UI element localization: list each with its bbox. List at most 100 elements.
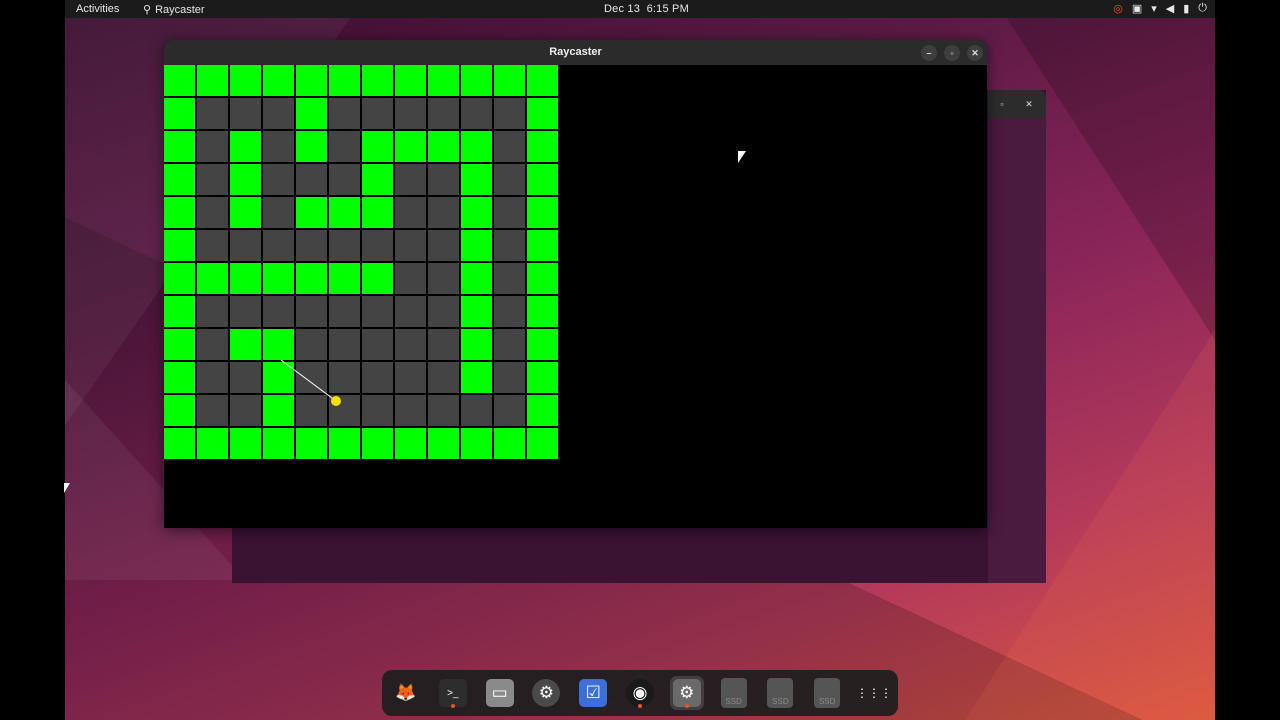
settings-app-icon: ⚙ <box>672 679 701 707</box>
app-menu[interactable]: ⚲ Raycaster <box>143 3 205 17</box>
system-tray[interactable]: ◎ ▣ ▾ ◀ ▮ ⏻ <box>1113 2 1207 15</box>
firefox-dock-item[interactable]: 🦊 <box>389 676 423 710</box>
terminal-dock-item[interactable]: >_ <box>436 676 470 710</box>
map-wall-cell <box>461 230 492 261</box>
map-wall-cell <box>263 395 294 426</box>
map-grid <box>164 65 559 460</box>
ssd-drive-icon: SSD <box>720 678 747 708</box>
clock-date: Dec 13 <box>604 3 641 15</box>
map-wall-cell <box>230 263 261 294</box>
maximize-icon[interactable]: ▫ <box>944 45 960 61</box>
clock[interactable]: Dec 13 6:15 PM <box>604 3 689 15</box>
map-wall-cell <box>527 362 558 393</box>
ssd-drive-dock-item[interactable]: SSD <box>810 676 844 710</box>
map-wall-cell <box>197 263 228 294</box>
map-floor-cell <box>296 395 327 426</box>
map-floor-cell <box>428 362 459 393</box>
map-floor-cell <box>197 395 228 426</box>
map-wall-cell <box>494 428 525 459</box>
map-wall-cell <box>362 197 393 228</box>
files-dock-item[interactable]: ▭ <box>483 676 517 710</box>
map-wall-cell <box>296 428 327 459</box>
settings-gear-icon: ⚙ <box>532 679 561 707</box>
map-wall-cell <box>461 428 492 459</box>
map-floor-cell <box>296 329 327 360</box>
terminal-icon: >_ <box>438 679 467 707</box>
ssd-drive-icon: SSD <box>767 678 794 708</box>
screen-share-icon[interactable]: ▣ <box>1132 2 1142 15</box>
map-floor-cell <box>197 98 228 129</box>
map-floor-cell <box>494 131 525 162</box>
map-floor-cell <box>428 230 459 261</box>
ssd-label: SSD <box>818 697 836 706</box>
map-floor-cell <box>329 164 360 195</box>
map-wall-cell <box>527 296 558 327</box>
tasks-dock-item[interactable]: ☑ <box>576 676 610 710</box>
ssd-drive-dock-item[interactable]: SSD <box>717 676 751 710</box>
map-floor-cell <box>494 296 525 327</box>
map-wall-cell <box>230 131 261 162</box>
map-wall-cell <box>494 65 525 96</box>
desktop-cursor-icon <box>64 483 70 493</box>
map-wall-cell <box>395 131 426 162</box>
map-floor-cell <box>230 395 261 426</box>
render-canvas[interactable] <box>164 65 987 528</box>
map-wall-cell <box>362 164 393 195</box>
map-wall-cell <box>230 65 261 96</box>
map-wall-cell <box>164 395 195 426</box>
map-floor-cell <box>197 329 228 360</box>
map-wall-cell <box>164 362 195 393</box>
map-floor-cell <box>428 296 459 327</box>
close-icon[interactable]: ✕ <box>1021 96 1037 112</box>
close-icon[interactable]: ✕ <box>967 45 983 61</box>
map-wall-cell <box>527 230 558 261</box>
map-floor-cell <box>395 329 426 360</box>
map-floor-cell <box>362 98 393 129</box>
map-floor-cell <box>428 164 459 195</box>
map-wall-cell <box>230 428 261 459</box>
map-floor-cell <box>296 362 327 393</box>
minimize-icon[interactable]: – <box>921 45 937 61</box>
obs-icon: ◉ <box>626 679 654 707</box>
map-floor-cell <box>197 131 228 162</box>
map-floor-cell <box>362 230 393 261</box>
map-floor-cell <box>329 296 360 327</box>
window-titlebar[interactable]: Raycaster – ▫ ✕ <box>164 40 987 65</box>
map-floor-cell <box>494 197 525 228</box>
map-floor-cell <box>494 164 525 195</box>
activities-button[interactable]: Activities <box>76 3 119 15</box>
background-window-titlebar[interactable]: ▫ ✕ <box>988 90 1046 118</box>
map-wall-cell <box>527 164 558 195</box>
map-floor-cell <box>263 131 294 162</box>
map-wall-cell <box>230 164 261 195</box>
ssd-drive-dock-item[interactable]: SSD <box>763 676 797 710</box>
settings-gear-dock-item[interactable]: ⚙ <box>529 676 563 710</box>
map-floor-cell <box>197 197 228 228</box>
map-wall-cell <box>164 131 195 162</box>
map-floor-cell <box>197 230 228 261</box>
ssd-label: SSD <box>772 697 789 706</box>
files-icon: ▭ <box>485 679 514 707</box>
obs-dock-item[interactable]: ◉ <box>623 676 657 710</box>
map-wall-cell <box>428 428 459 459</box>
map-wall-cell <box>329 197 360 228</box>
map-floor-cell <box>296 164 327 195</box>
maximize-icon[interactable]: ▫ <box>994 96 1010 112</box>
map-floor-cell <box>395 98 426 129</box>
map-wall-cell <box>263 263 294 294</box>
app-grid-dock-item[interactable]: ⋮⋮⋮ <box>856 676 892 710</box>
ubuntu-indicator-icon[interactable]: ◎ <box>1113 2 1123 15</box>
map-wall-cell <box>263 65 294 96</box>
map-floor-cell <box>329 230 360 261</box>
map-floor-cell <box>263 98 294 129</box>
map-wall-cell <box>263 362 294 393</box>
map-floor-cell <box>494 362 525 393</box>
raycaster-window[interactable]: Raycaster – ▫ ✕ <box>164 40 987 528</box>
map-wall-cell <box>527 263 558 294</box>
ssd-label: SSD <box>725 697 742 706</box>
map-wall-cell <box>527 197 558 228</box>
map-floor-cell <box>461 395 492 426</box>
map-floor-cell <box>494 263 525 294</box>
map-wall-cell <box>527 131 558 162</box>
settings-app-dock-item[interactable]: ⚙ <box>669 676 704 710</box>
